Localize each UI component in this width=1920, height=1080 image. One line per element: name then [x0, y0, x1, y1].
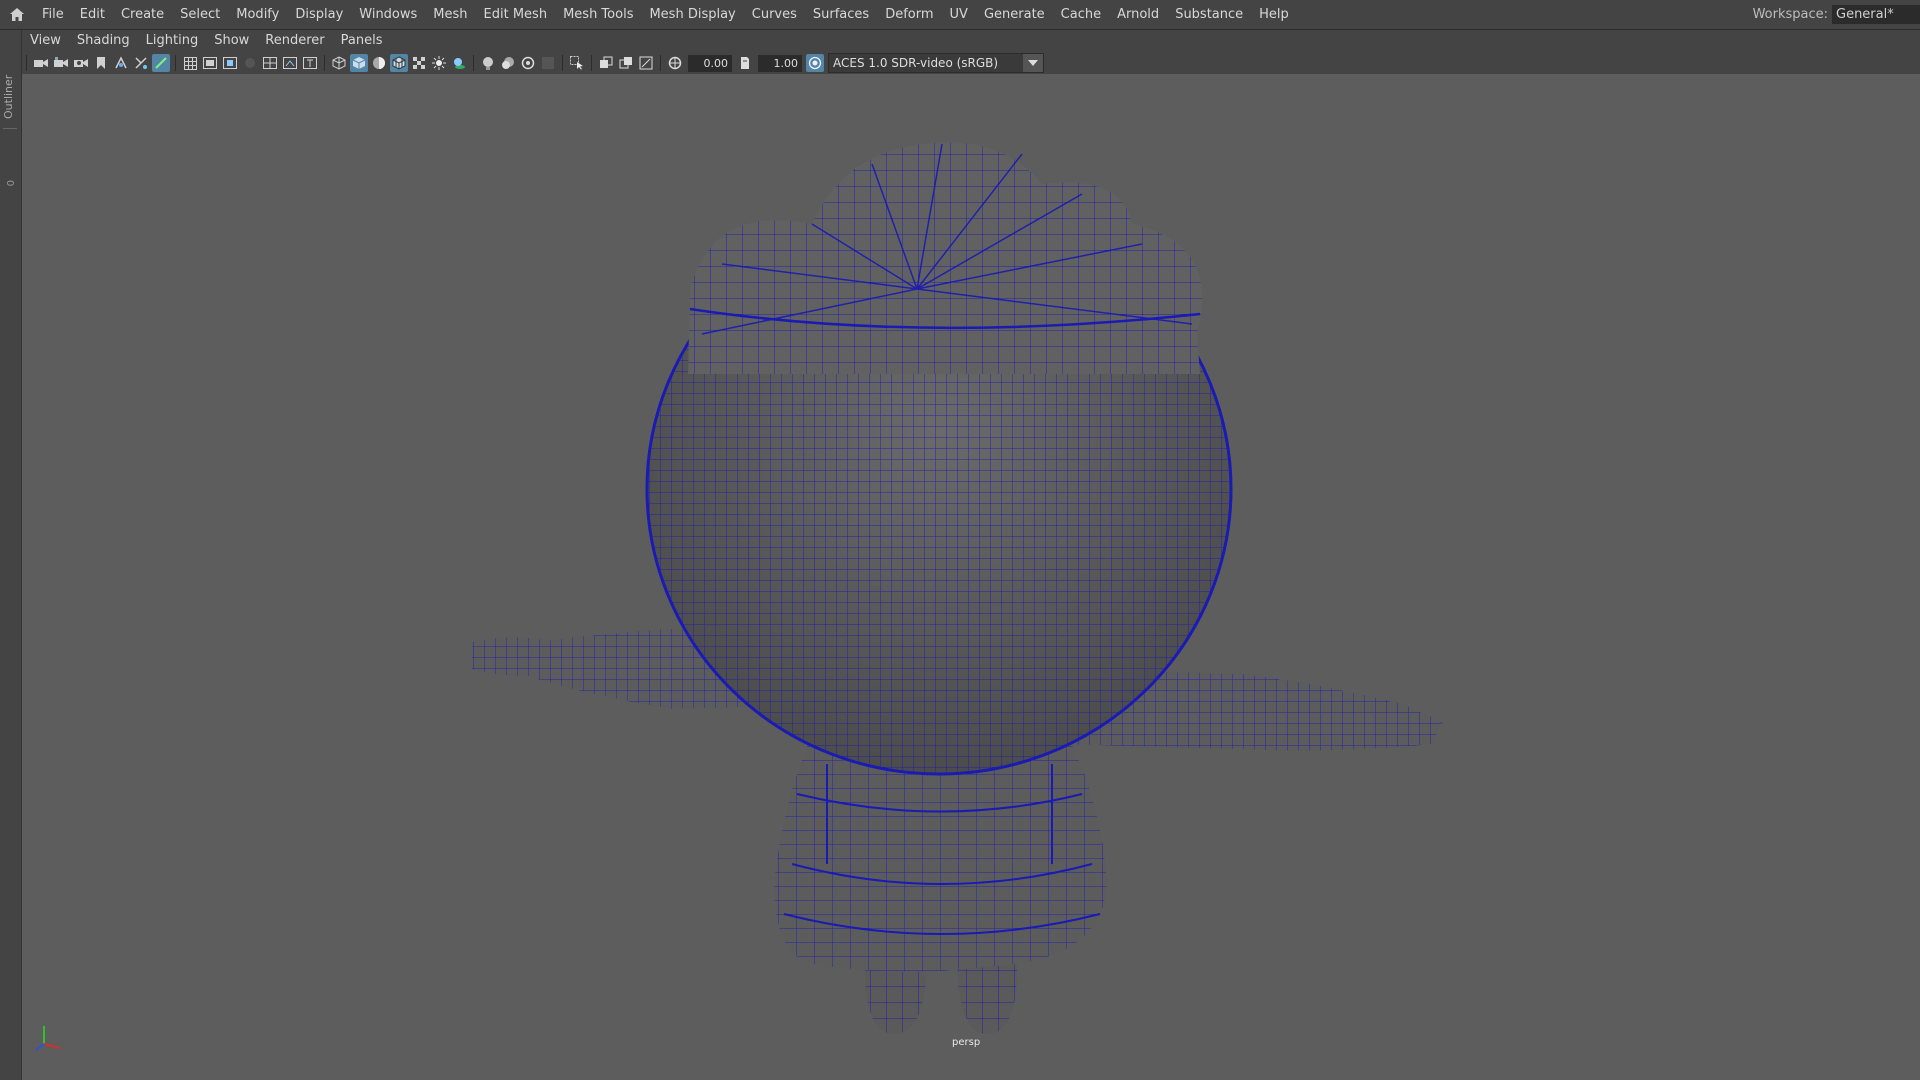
select-camera-icon[interactable]: [112, 54, 130, 72]
chevron-down-icon[interactable]: [1023, 54, 1043, 72]
workspace-dropdown[interactable]: General*: [1832, 5, 1920, 24]
color-space-dropdown[interactable]: ACES 1.0 SDR-video (sRGB): [828, 53, 1044, 73]
smooth-shade-icon[interactable]: [350, 54, 368, 72]
shadows-icon[interactable]: [450, 54, 468, 72]
toolbar-separator: [324, 55, 325, 71]
default-material-icon[interactable]: [370, 54, 388, 72]
menu-create[interactable]: Create: [113, 0, 172, 29]
color-space-value: ACES 1.0 SDR-video (sRGB): [833, 56, 999, 70]
panel-menu-renderer[interactable]: Renderer: [257, 30, 332, 52]
main-menubar: File Edit Create Select Modify Display Windows…: [0, 0, 1920, 30]
menu-mesh-tools[interactable]: Mesh Tools: [555, 0, 641, 29]
camera-name-label: persp: [952, 1037, 981, 1048]
axis-gizmo: [35, 1026, 61, 1051]
toolbar-separator: [660, 55, 661, 71]
toolbar-separator: [591, 55, 592, 71]
gate-mask-icon[interactable]: [241, 54, 259, 72]
menu-uv[interactable]: UV: [942, 0, 976, 29]
menu-edit[interactable]: Edit: [72, 0, 113, 29]
menu-mesh[interactable]: Mesh: [425, 0, 475, 29]
textured-icon[interactable]: [410, 54, 428, 72]
panel-menubar: View Shading Lighting Show Renderer Panels: [22, 30, 1920, 52]
home-icon[interactable]: [0, 0, 34, 29]
menu-file[interactable]: File: [34, 0, 72, 29]
safe-title-icon[interactable]: [301, 54, 319, 72]
exposure-icon[interactable]: [666, 54, 684, 72]
character-model[interactable]: [22, 74, 1920, 1080]
safe-action-icon[interactable]: [281, 54, 299, 72]
menu-help[interactable]: Help: [1251, 0, 1297, 29]
gamma-icon[interactable]: [736, 54, 754, 72]
menu-arnold[interactable]: Arnold: [1109, 0, 1167, 29]
workspace-selector: Workspace: General*: [1753, 0, 1920, 29]
toolbar-separator: [562, 55, 563, 71]
viewport-persp[interactable]: [22, 74, 1920, 1080]
wireframe-icon[interactable]: [330, 54, 348, 72]
menu-modify[interactable]: Modify: [228, 0, 287, 29]
image-plane-icon[interactable]: [92, 54, 110, 72]
lock-camera-icon[interactable]: [132, 54, 150, 72]
outliner-tab[interactable]: Outliner: [2, 70, 18, 124]
menu-edit-mesh[interactable]: Edit Mesh: [476, 0, 556, 29]
resolution-gate-icon[interactable]: [221, 54, 239, 72]
panel-menu-view[interactable]: View: [22, 30, 69, 52]
strip-zero-label[interactable]: 0: [4, 180, 15, 186]
field-chart-icon[interactable]: [261, 54, 279, 72]
menu-windows[interactable]: Windows: [351, 0, 425, 29]
menu-generate[interactable]: Generate: [976, 0, 1053, 29]
menu-substance[interactable]: Substance: [1167, 0, 1251, 29]
menu-deform[interactable]: Deform: [877, 0, 941, 29]
film-gate-icon[interactable]: [201, 54, 219, 72]
panel-menu-show[interactable]: Show: [206, 30, 257, 52]
menu-mesh-display[interactable]: Mesh Display: [641, 0, 743, 29]
camera-icon[interactable]: [32, 54, 50, 72]
left-tool-strip: Outliner 0: [0, 30, 22, 1080]
xray-joints-icon[interactable]: [637, 54, 655, 72]
panel-toolbar: 0.00 1.00 ACES 1.0 SDR-video (sRGB): [22, 52, 1920, 75]
menu-curves[interactable]: Curves: [744, 0, 805, 29]
wireframe-on-shaded-icon[interactable]: [390, 54, 408, 72]
toolbar-separator: [473, 55, 474, 71]
menu-select[interactable]: Select: [172, 0, 228, 29]
isolate-select-icon[interactable]: [568, 54, 586, 72]
hair-mesh: [688, 142, 1203, 374]
xray-icon[interactable]: [597, 54, 615, 72]
menu-cache[interactable]: Cache: [1053, 0, 1109, 29]
motion-blur-icon[interactable]: [499, 54, 517, 72]
grid-icon[interactable]: [181, 54, 199, 72]
panel-menu-shading[interactable]: Shading: [69, 30, 138, 52]
use-lights-icon[interactable]: [430, 54, 448, 72]
toolbar-separator: [175, 55, 176, 71]
panel-menu-lighting[interactable]: Lighting: [138, 30, 207, 52]
workspace-label: Workspace:: [1752, 7, 1828, 22]
strip-divider: [3, 128, 17, 129]
bookmark-icon[interactable]: [72, 54, 90, 72]
two-sided-lighting-icon[interactable]: [152, 54, 170, 72]
panel-menu-panels[interactable]: Panels: [333, 30, 391, 52]
toolbar-separator: [26, 55, 27, 71]
anti-aliasing-icon[interactable]: [519, 54, 537, 72]
color-management-icon[interactable]: [806, 54, 824, 72]
xray-active-icon[interactable]: [617, 54, 635, 72]
gamma-field[interactable]: 1.00: [758, 54, 802, 72]
menu-surfaces[interactable]: Surfaces: [805, 0, 877, 29]
depth-of-field-icon[interactable]: [539, 54, 557, 72]
camera-attributes-icon[interactable]: [52, 54, 70, 72]
menu-display[interactable]: Display: [287, 0, 351, 29]
screen-space-ao-icon[interactable]: [479, 54, 497, 72]
exposure-field[interactable]: 0.00: [688, 54, 732, 72]
